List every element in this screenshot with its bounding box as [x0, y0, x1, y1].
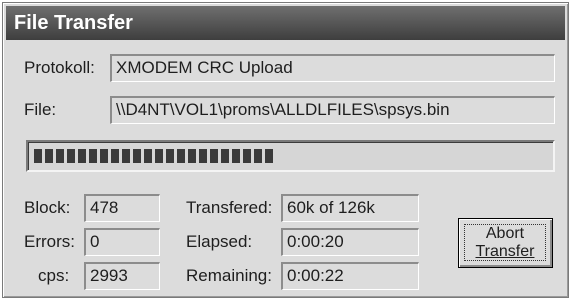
- transfered-label: Transfered:: [186, 198, 273, 217]
- cps-label: cps:: [38, 266, 70, 285]
- abort-transfer-button[interactable]: Abort Transfer: [458, 218, 553, 268]
- remaining-label: Remaining:: [186, 266, 272, 285]
- transfered-value: 60k of 126k: [281, 194, 419, 222]
- protocol-field: XMODEM CRC Upload: [110, 54, 555, 82]
- file-label: File:: [24, 100, 57, 119]
- block-label: Block:: [24, 198, 71, 217]
- errors-value: 0: [84, 228, 160, 256]
- block-value: 478: [84, 194, 160, 222]
- elapsed-label: Elapsed:: [186, 232, 253, 251]
- errors-label: Errors:: [24, 232, 75, 251]
- file-path-field: \\D4NT\VOL1\proms\ALLDLFILES\spsys.bin: [110, 96, 555, 124]
- remaining-value: 0:00:22: [281, 262, 419, 290]
- abort-button-line2: Transfer: [475, 242, 535, 260]
- cps-value: 2993: [84, 262, 160, 290]
- elapsed-value: 0:00:20: [281, 228, 419, 256]
- abort-button-line1: Abort: [485, 224, 525, 242]
- abort-button-focus-rect: Abort Transfer: [464, 224, 546, 261]
- transfer-progress-bar: [26, 140, 555, 172]
- protocol-label: Protokoll:: [24, 58, 95, 77]
- progress-fill: [34, 149, 273, 163]
- title-bar[interactable]: File Transfer: [6, 6, 565, 40]
- window-title: File Transfer: [14, 12, 133, 34]
